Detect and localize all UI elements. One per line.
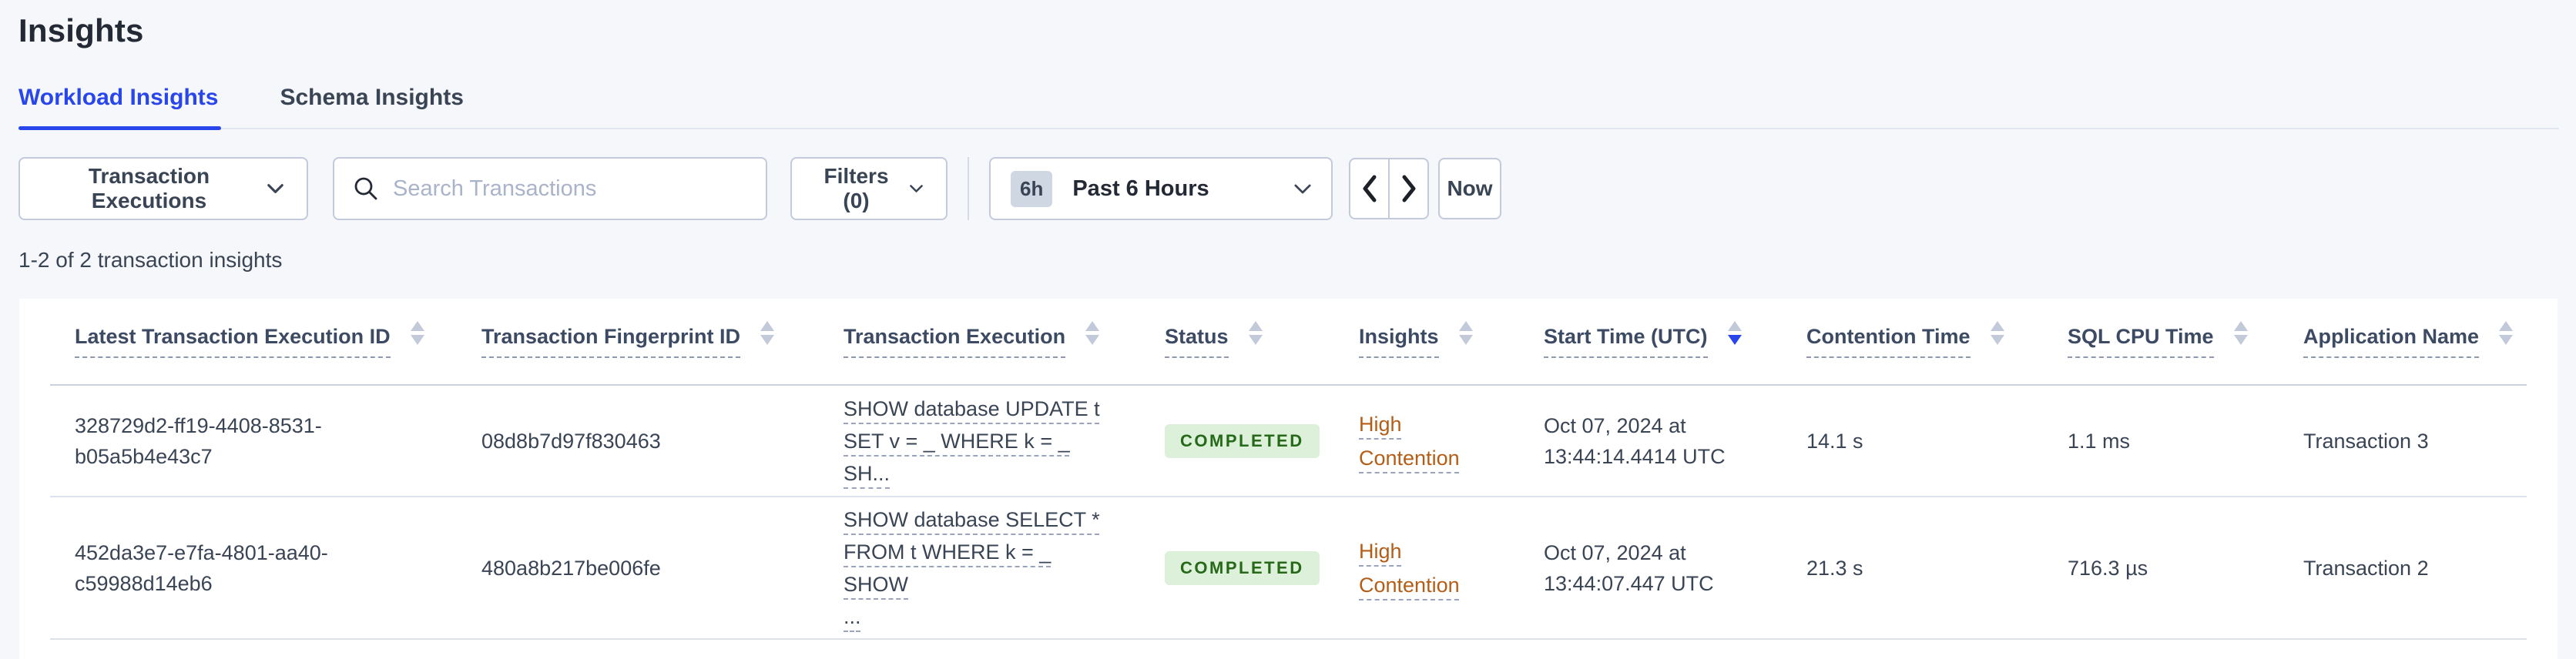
filters-dropdown[interactable]: Filters (0)	[790, 157, 948, 220]
cell-execution-id: 328729d2-ff19-4408-8531-b05a5b4e43c7	[50, 385, 457, 497]
column-header-latest-transaction-execution-id[interactable]: Latest Transaction Execution ID	[50, 299, 457, 386]
time-range-arrows	[1349, 158, 1429, 219]
cell-fingerprint-id: 480a8b217be006fe	[457, 497, 819, 640]
time-range-label: Past 6 Hours	[1072, 176, 1209, 201]
cell-sql-cpu-time: 1.1 ms	[2043, 385, 2279, 497]
chevron-down-icon	[1294, 184, 1311, 193]
results-summary: 1-2 of 2 transaction insights	[18, 248, 283, 272]
chevron-left-icon	[1363, 175, 1376, 202]
time-prev-button[interactable]	[1349, 158, 1389, 219]
chevron-right-icon	[1402, 175, 1415, 202]
cell-contention-time: 14.1 s	[1782, 385, 2043, 497]
chevron-down-icon	[910, 185, 923, 192]
page-title: Insights	[18, 12, 144, 49]
search-icon	[354, 177, 377, 200]
column-header-contention-time[interactable]: Contention Time	[1782, 299, 2043, 386]
search-box[interactable]	[333, 157, 767, 220]
cell-sql-cpu-time: 716.3 µs	[2043, 497, 2279, 640]
cell-application-name: Transaction 2	[2279, 497, 2527, 640]
transaction-execution-link[interactable]: SHOW database UPDATE t SET v = _ WHERE k…	[844, 397, 1100, 485]
sort-icon	[410, 321, 424, 346]
sort-icon	[1990, 321, 2004, 346]
sort-icon	[760, 321, 775, 346]
column-header-application-name[interactable]: Application Name	[2279, 299, 2527, 386]
cell-start-time: Oct 07, 2024 at 13:44:07.447 UTC	[1519, 497, 1782, 640]
column-header-insights[interactable]: Insights	[1334, 299, 1519, 386]
table-row: 452da3e7-e7fa-4801-aa40-c59988d14eb6 480…	[50, 497, 2527, 640]
time-next-button[interactable]	[1389, 158, 1429, 219]
tab-workload-insights[interactable]: Workload Insights	[18, 85, 222, 130]
table-header-row: Latest Transaction Execution ID Transact…	[50, 299, 2527, 386]
cell-start-time: Oct 07, 2024 at 13:44:14.4414 UTC	[1519, 385, 1782, 497]
sort-icon	[1458, 321, 1473, 346]
table-row: 328729d2-ff19-4408-8531-b05a5b4e43c7 08d…	[50, 385, 2527, 497]
sort-icon	[1085, 321, 1100, 346]
sort-icon	[2233, 321, 2248, 346]
chevron-down-icon	[267, 184, 283, 193]
cell-application-name: Transaction 3	[2279, 385, 2527, 497]
cell-fingerprint-id: 08d8b7d97f830463	[457, 385, 819, 497]
sort-icon	[2499, 321, 2514, 346]
time-range-dropdown[interactable]: 6h Past 6 Hours	[989, 157, 1333, 220]
transaction-insights-table: Latest Transaction Execution ID Transact…	[50, 299, 2527, 640]
column-header-transaction-execution[interactable]: Transaction Execution	[819, 299, 1140, 386]
toolbar: Transaction Executions Filters (0) 6h Pa…	[18, 157, 2576, 220]
status-badge: COMPLETED	[1165, 550, 1320, 585]
cell-contention-time: 21.3 s	[1782, 497, 2043, 640]
transaction-type-label: Transaction Executions	[88, 164, 210, 212]
now-button[interactable]: Now	[1438, 158, 1501, 219]
column-header-sql-cpu-time[interactable]: SQL CPU Time	[2043, 299, 2279, 386]
status-badge: COMPLETED	[1165, 423, 1320, 458]
filters-label: Filters (0)	[823, 164, 889, 212]
sort-icon	[1248, 321, 1263, 346]
column-header-transaction-fingerprint-id[interactable]: Transaction Fingerprint ID	[457, 299, 819, 386]
transaction-execution-link[interactable]: SHOW database SELECT * FROM t WHERE k = …	[844, 508, 1100, 628]
toolbar-divider	[968, 157, 969, 220]
insight-link[interactable]: High Contention	[1359, 413, 1460, 470]
sort-icon	[1727, 321, 1742, 346]
insight-link[interactable]: High Contention	[1359, 540, 1460, 597]
insights-page: Insights Workload Insights Schema Insigh…	[0, 0, 2576, 659]
cell-execution-id: 452da3e7-e7fa-4801-aa40-c59988d14eb6	[50, 497, 457, 640]
transaction-type-dropdown[interactable]: Transaction Executions	[18, 157, 308, 220]
search-input[interactable]	[393, 176, 747, 202]
insights-table-card: Latest Transaction Execution ID Transact…	[19, 299, 2558, 659]
time-range-badge: 6h	[1011, 170, 1053, 207]
column-header-start-time[interactable]: Start Time (UTC)	[1519, 299, 1782, 386]
column-header-status[interactable]: Status	[1140, 299, 1334, 386]
tab-bar: Workload Insights Schema Insights	[18, 85, 2559, 130]
tab-schema-insights[interactable]: Schema Insights	[280, 85, 466, 128]
